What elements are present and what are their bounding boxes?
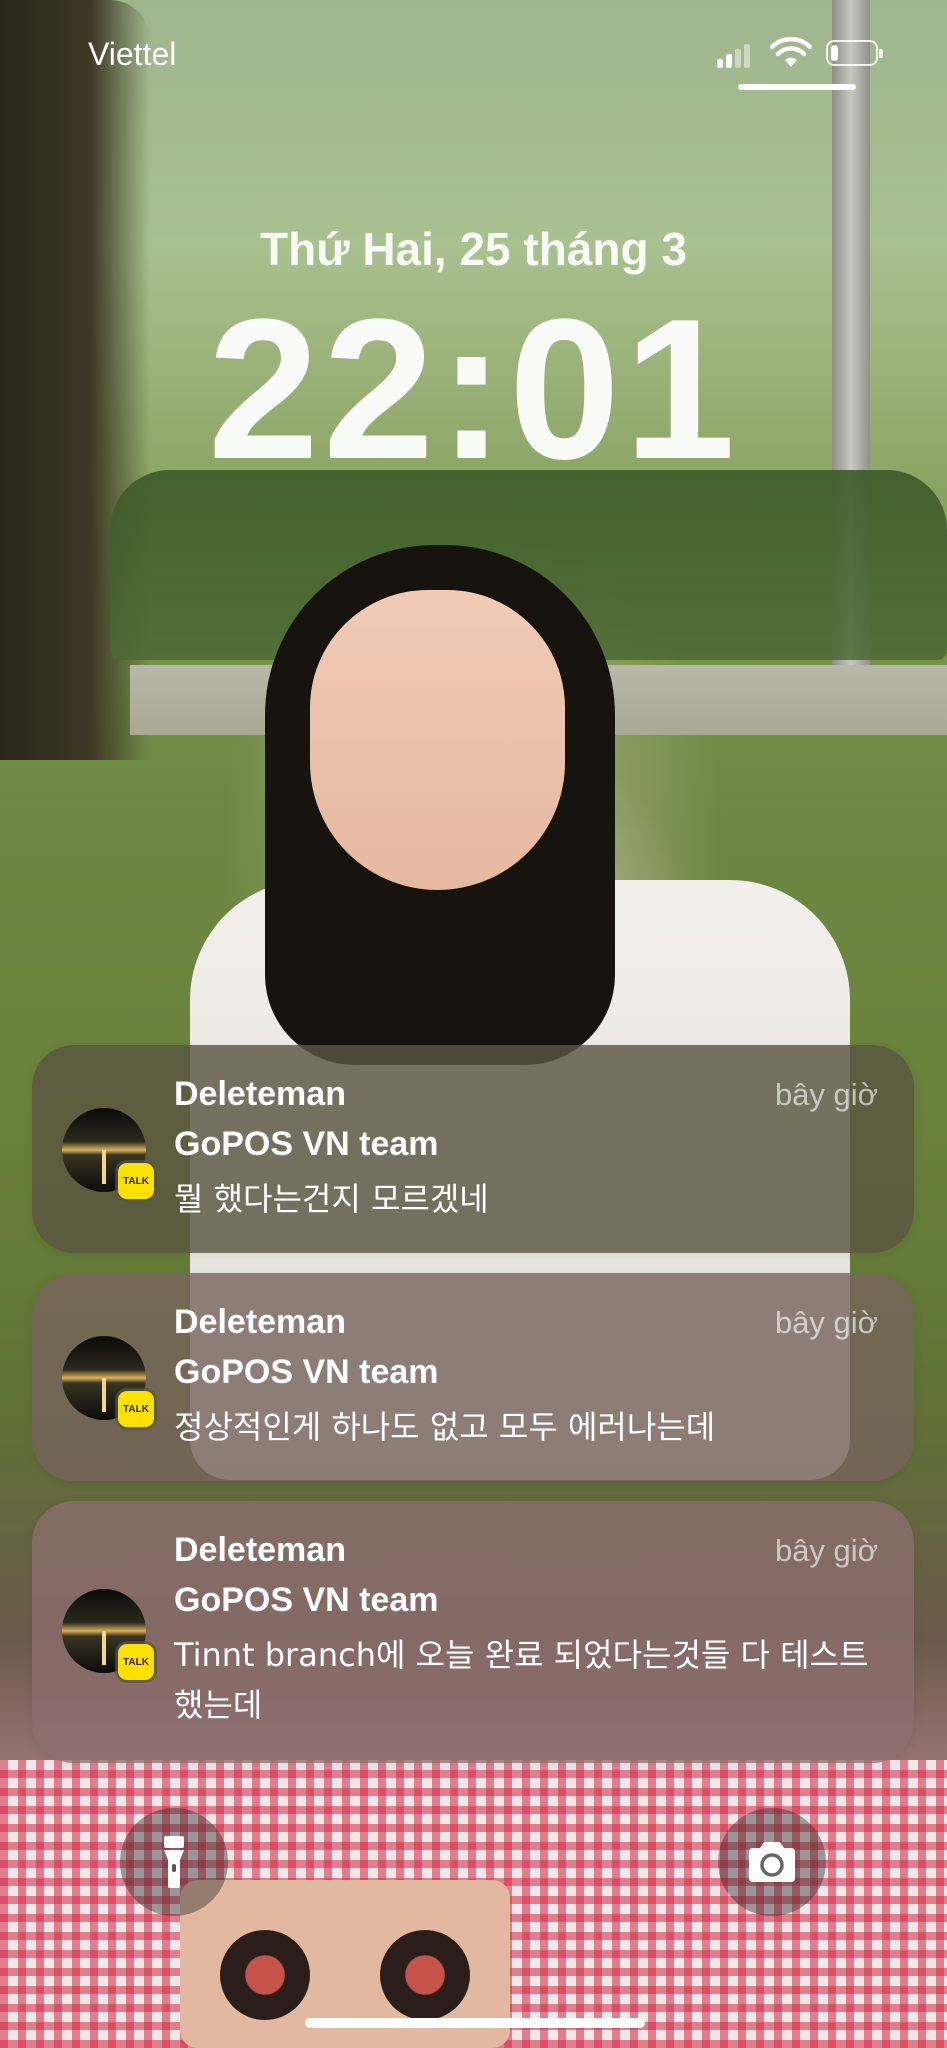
signal-icon bbox=[717, 44, 751, 68]
flashlight-button[interactable] bbox=[120, 1808, 228, 1916]
notification-time: bây giờ bbox=[774, 1533, 878, 1568]
lock-screen-date: Thứ Hai, 25 tháng 3 bbox=[260, 223, 687, 275]
notification-group: GoPOS VN team bbox=[174, 1353, 439, 1391]
notification-card[interactable]: TALK Deleteman bây giờ GoPOS VN team 뭘 했… bbox=[32, 1045, 914, 1253]
notification-time: bây giờ bbox=[774, 1305, 878, 1340]
notification-card[interactable]: TALK Deleteman bây giờ GoPOS VN team 정상적… bbox=[32, 1273, 914, 1481]
kakaotalk-icon: TALK bbox=[118, 1163, 154, 1199]
notification-sender: Deleteman bbox=[174, 1531, 346, 1569]
wifi-icon bbox=[770, 36, 812, 67]
kakaotalk-icon: TALK bbox=[118, 1644, 154, 1680]
notification-sender: Deleteman bbox=[174, 1075, 346, 1113]
status-bar: Viettel bbox=[0, 0, 947, 110]
camera-button[interactable] bbox=[718, 1808, 826, 1916]
notification-sender: Deleteman bbox=[174, 1303, 346, 1341]
notification-message: Tinnt branch에 오늘 완료 되었다는것들 다 테스트 했는데 bbox=[174, 1636, 869, 1724]
carrier-label: Viettel bbox=[88, 36, 177, 72]
notification-message: 뭘 했다는건지 모르겠네 bbox=[174, 1180, 489, 1218]
battery-icon bbox=[826, 40, 883, 66]
lock-screen-time: 22:01 bbox=[207, 278, 740, 501]
notification-card[interactable]: TALK Deleteman bây giờ GoPOS VN team Tin… bbox=[32, 1501, 914, 1763]
camera-icon bbox=[749, 1842, 795, 1882]
notification-group: GoPOS VN team bbox=[174, 1125, 439, 1163]
home-indicator[interactable] bbox=[305, 2018, 645, 2028]
notification-message: 정상적인게 하나도 없고 모두 에러나는데 bbox=[174, 1408, 716, 1446]
kakaotalk-icon: TALK bbox=[118, 1391, 154, 1427]
control-center-indicator[interactable] bbox=[738, 84, 856, 90]
notification-group: GoPOS VN team bbox=[174, 1581, 439, 1619]
flashlight-icon bbox=[164, 1836, 184, 1888]
wallpaper-person-face bbox=[310, 590, 565, 890]
notification-time: bây giờ bbox=[774, 1077, 878, 1112]
